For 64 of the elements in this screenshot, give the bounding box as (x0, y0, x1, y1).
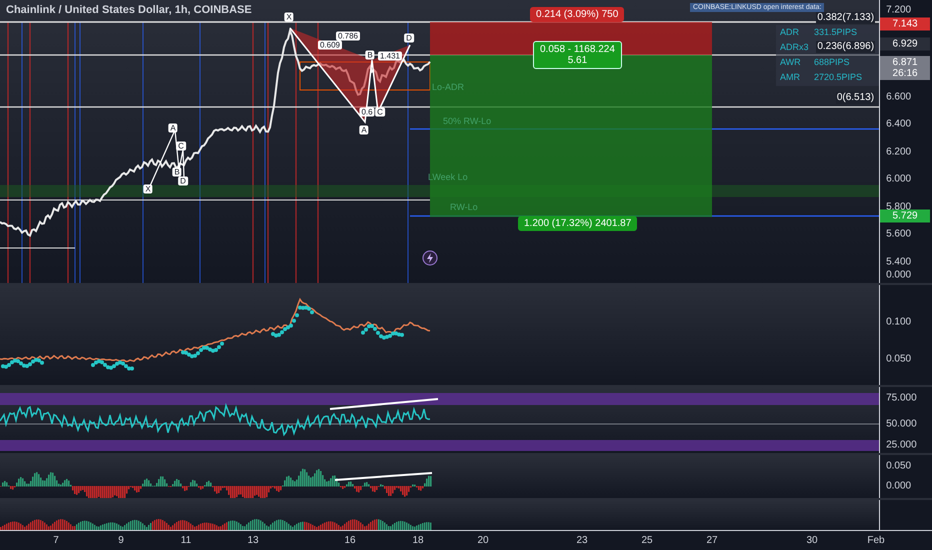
fib-level-label: 0.236(6.896) (816, 41, 876, 53)
pattern-point-label: X (284, 12, 294, 22)
reward-label: 1.200 (17.32%) 2401.87 (518, 216, 638, 231)
fib-level-label: 0.382(7.133) (816, 12, 876, 24)
indicator-tick: 0.050 (886, 354, 912, 364)
stat-value: 2720.5PIPS (814, 72, 862, 84)
price-tick: 0.000 (886, 270, 912, 280)
risk-label: 0.214 (3.09%) 750 (530, 7, 624, 22)
time-tick: 25 (641, 535, 653, 546)
time-tick: 30 (806, 535, 818, 546)
entry-label: 0.058 - 1168.224 5.61 (533, 41, 622, 69)
stat-name: ADR (780, 27, 800, 39)
price-tick: 5.800 (886, 202, 912, 212)
fib-level-label: 0(6.513) (836, 92, 876, 104)
stat-name: AWR (780, 57, 802, 69)
price-badge: 5.729 (880, 210, 930, 222)
price-badge: 7.143 (880, 18, 930, 30)
time-tick: 13 (247, 535, 259, 546)
pattern-point-label: A (168, 124, 178, 132)
pattern-point-label: D (404, 34, 414, 42)
time-tick: Feb (867, 535, 885, 546)
time-tick: 23 (576, 535, 588, 546)
price-tick: 6.600 (886, 92, 912, 102)
price-tick: 5.600 (886, 228, 912, 240)
price-tick: 6.200 (886, 146, 912, 158)
time-tick: 16 (344, 535, 356, 546)
indicator-tick: 0.050 (886, 460, 912, 472)
price-tick: 6.400 (886, 118, 912, 130)
pattern-ratio-label: 1.431 (378, 52, 402, 60)
price-badge: 6.929 (880, 38, 930, 50)
pattern-point-label: A (359, 126, 369, 134)
time-tick: 11 (180, 535, 192, 546)
indicator-tick: 0.100 (886, 316, 912, 328)
price-tick: 5.400 (886, 256, 912, 268)
pattern-point-label: C (375, 108, 385, 116)
level-label: Lo-ADR (432, 82, 464, 92)
chart-title: Chainlink / United States Dollar, 1h, COINBASE (6, 4, 252, 16)
time-tick: 18 (412, 535, 424, 546)
indicator-tick: 75.000 (886, 392, 917, 404)
pattern-ratio-label: 0.609 (318, 40, 342, 50)
pattern-ratio-label: 0.786 (336, 32, 360, 40)
indicator-tick: 25.000 (886, 440, 917, 450)
lightning-icon[interactable] (422, 250, 438, 266)
time-tick: 27 (706, 535, 718, 546)
price-tick: 7.200 (886, 4, 912, 16)
stat-name: ADRx3 (780, 42, 808, 54)
pattern-point-label: B (365, 50, 375, 60)
indicator-tick: 50.000 (886, 418, 917, 430)
pattern-point-label: D (178, 176, 188, 186)
pattern-point-label: X (143, 184, 153, 194)
stat-name: AMR (780, 72, 801, 84)
level-label: RW-Lo (450, 202, 478, 212)
stat-value: 688PIPS (814, 57, 850, 69)
stat-value: 331.5PIPS (814, 27, 858, 39)
pattern-point-label: B (172, 168, 182, 176)
time-tick: 7 (53, 535, 59, 546)
price-badge: 6.871 26:16 (880, 56, 930, 80)
pattern-point-label: C (176, 142, 186, 150)
price-tick: 6.000 (886, 174, 912, 184)
time-tick: 20 (477, 535, 489, 546)
time-tick: 9 (118, 535, 124, 546)
indicator-tick: 0.000 (886, 480, 912, 492)
level-label: 50% RW-Lo (443, 116, 492, 126)
pattern-ratio-label: 0.6 (359, 108, 375, 116)
